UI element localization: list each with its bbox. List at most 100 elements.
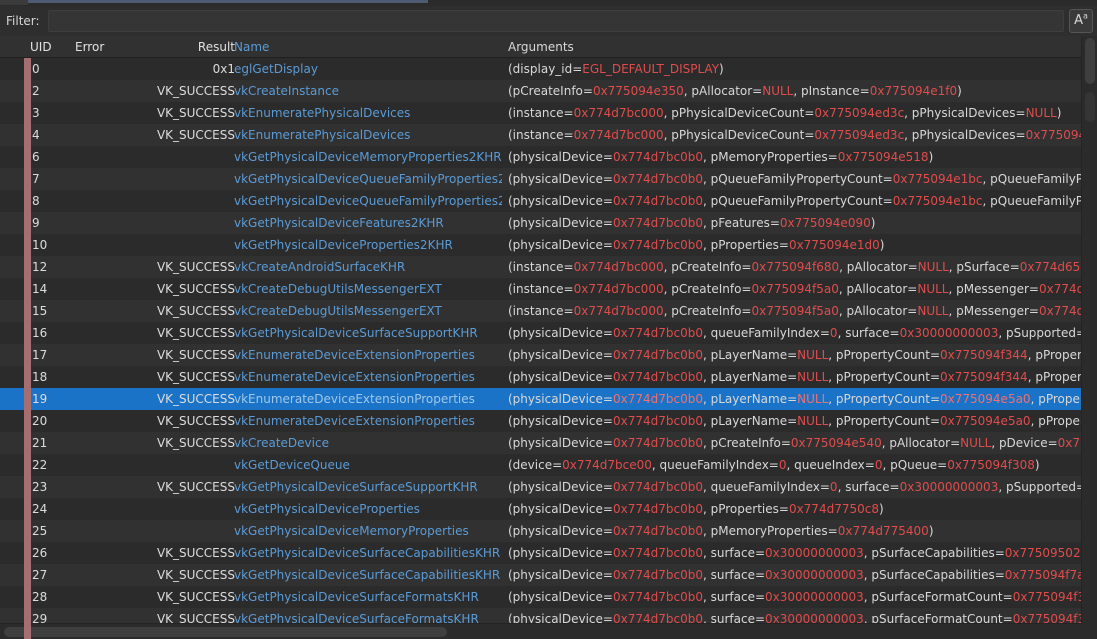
table-row[interactable]: 24 vkGetPhysicalDeviceProperties (physical… bbox=[0, 498, 1081, 520]
cell-uid: 7 bbox=[32, 172, 40, 186]
horizontal-scrollbar-thumb[interactable] bbox=[4, 627, 448, 637]
table-row[interactable]: 9 vkGetPhysicalDeviceFeatures2KHR (physica… bbox=[0, 212, 1081, 234]
table-row[interactable]: 26 VK_SUCCESS vkGetPhysicalDeviceSurfaceCa… bbox=[0, 542, 1081, 564]
cell-result: VK_SUCCESS bbox=[156, 106, 235, 120]
cell-error bbox=[78, 168, 148, 190]
argument-value: 0x774d7bc0b0 bbox=[612, 348, 703, 362]
cell-result bbox=[150, 190, 235, 212]
argument-value: 0x774d7bc000 bbox=[573, 106, 664, 120]
table-row[interactable]: 14 VK_SUCCESS vkCreateDebugUtilsMessengerE… bbox=[0, 278, 1081, 300]
table-row[interactable]: 8 vkGetPhysicalDeviceQueueFamilyPropertie… bbox=[0, 190, 1081, 212]
table-row[interactable]: 6 vkGetPhysicalDeviceMemoryProperties2KHR… bbox=[0, 146, 1081, 168]
cell-uid: 10 bbox=[32, 238, 48, 252]
column-header-name[interactable]: Name bbox=[234, 36, 494, 58]
argument-key: , pProperties= bbox=[1030, 392, 1081, 406]
cell-result: VK_SUCCESS bbox=[156, 590, 235, 604]
argument-key: ) bbox=[957, 84, 962, 98]
cell-name: vkGetPhysicalDeviceQueueFamilyProperties… bbox=[234, 172, 502, 186]
argument-value: 0x30000000003 bbox=[899, 326, 999, 340]
argument-key: ) bbox=[928, 150, 934, 164]
table-row[interactable]: 7 vkGetPhysicalDeviceQueueFamilyPropertie… bbox=[0, 168, 1081, 190]
argument-value: 0x774d7bc0b0 bbox=[612, 568, 703, 582]
cell-name: vkGetPhysicalDeviceQueueFamilyProperties… bbox=[234, 194, 502, 208]
argument-value: EGL_DEFAULT_DISPLAY bbox=[582, 62, 720, 76]
argument-value: 0x774d65e678 bbox=[1019, 260, 1081, 274]
argument-key: , surface= bbox=[837, 326, 900, 340]
tab-nub[interactable] bbox=[0, 0, 28, 5]
cell-uid: 26 bbox=[32, 546, 48, 560]
vertical-scrollbar-thumb[interactable] bbox=[1085, 38, 1095, 84]
argument-key: , pDevice= bbox=[991, 436, 1058, 450]
argument-key: , queueIndex= bbox=[786, 458, 875, 472]
regex-toggle-button[interactable]: Aa bbox=[1069, 9, 1093, 33]
table-row[interactable]: 21 VK_SUCCESS vkCreateDevice (physicalDevic… bbox=[0, 432, 1081, 454]
argument-key: , pAllocator= bbox=[838, 282, 918, 296]
argument-key: , pSupported= bbox=[998, 480, 1081, 494]
argument-key: , pProperties= bbox=[1030, 414, 1081, 428]
vertical-scrollbar-track-segment[interactable] bbox=[1085, 92, 1095, 122]
cell-result: VK_SUCCESS bbox=[156, 480, 235, 494]
cell-result: VK_SUCCESS bbox=[156, 392, 235, 406]
argument-key: (physicalDevice= bbox=[508, 568, 613, 582]
filter-bar: Filter: Aa bbox=[0, 6, 1097, 36]
cell-name: vkEnumerateDeviceExtensionProperties bbox=[234, 348, 475, 362]
table-row[interactable]: 27 VK_SUCCESS vkGetPhysicalDeviceSurfaceCa… bbox=[0, 564, 1081, 586]
horizontal-scrollbar[interactable] bbox=[0, 623, 1081, 639]
argument-value: 0x775094ed3c bbox=[814, 128, 905, 142]
argument-key: ) bbox=[1056, 106, 1062, 120]
cell-name: vkCreateDebugUtilsMessengerEXT bbox=[234, 282, 442, 296]
cell-arguments: (physicalDevice=0x774d7bc0b0, pCreateInf… bbox=[508, 432, 1081, 454]
argument-key: , pProperties= bbox=[1027, 348, 1081, 362]
argument-key: (physicalDevice= bbox=[508, 370, 613, 384]
cell-uid: 21 bbox=[32, 436, 48, 450]
cell-error bbox=[78, 410, 148, 432]
table-row[interactable]: 16 VK_SUCCESS vkGetPhysicalDeviceSurfaceSu… bbox=[0, 322, 1081, 344]
argument-key: , queueFamilyIndex= bbox=[651, 458, 779, 472]
argument-key: , pQueueFamilyProperties= bbox=[982, 172, 1081, 186]
argument-key: (instance= bbox=[508, 260, 574, 274]
cell-error bbox=[78, 300, 148, 322]
filter-input[interactable] bbox=[47, 10, 1064, 32]
vertical-scrollbar[interactable] bbox=[1081, 36, 1097, 639]
cell-arguments: (physicalDevice=0x774d7bc0b0, surface=0x… bbox=[508, 542, 1081, 564]
column-header-result[interactable]: Result bbox=[155, 36, 235, 58]
table-row[interactable]: 0 0x1 eglGetDisplay (display_id=EGL_DEFAULT… bbox=[0, 58, 1081, 80]
column-header-error[interactable]: Error bbox=[75, 36, 145, 58]
cell-result: VK_SUCCESS bbox=[156, 370, 235, 384]
table-row[interactable]: 23 VK_SUCCESS vkGetPhysicalDeviceSurfaceSu… bbox=[0, 476, 1081, 498]
argument-key: (instance= bbox=[508, 128, 574, 142]
table-row[interactable]: 28 VK_SUCCESS vkGetPhysicalDeviceSurfaceFo… bbox=[0, 586, 1081, 608]
table-row[interactable]: 19 VK_SUCCESS vkEnumerateDeviceExtensionPr… bbox=[0, 388, 1081, 410]
argument-value: 0x7750950230 bbox=[1004, 546, 1081, 560]
cell-error bbox=[78, 102, 148, 124]
argument-key: (physicalDevice= bbox=[508, 326, 613, 340]
argument-value: NULL bbox=[797, 370, 829, 384]
cell-result bbox=[150, 212, 235, 234]
argument-value: 0x774d7bc0b0 bbox=[612, 590, 703, 604]
table-row[interactable]: 18 VK_SUCCESS vkEnumerateDeviceExtensionPr… bbox=[0, 366, 1081, 388]
table-row[interactable]: 17 VK_SUCCESS vkEnumerateDeviceExtensionPr… bbox=[0, 344, 1081, 366]
argument-value: 0x30000000003 bbox=[765, 590, 864, 604]
argument-value: 0x775094e350 bbox=[592, 84, 684, 98]
table-header-row: UID Error Result Name Arguments bbox=[0, 36, 1081, 58]
column-header-arguments[interactable]: Arguments bbox=[508, 36, 808, 58]
table-row[interactable]: 25 vkGetPhysicalDeviceMemoryProperties (ph… bbox=[0, 520, 1081, 542]
scrollbar-corner bbox=[1081, 623, 1097, 639]
cell-uid: 4 bbox=[32, 128, 40, 142]
argument-value: 0x774d7bc0b0 bbox=[612, 502, 703, 516]
cell-arguments: (instance=0x774d7bc000, pPhysicalDeviceC… bbox=[508, 102, 1081, 124]
table-row[interactable]: 4 VK_SUCCESS vkEnumeratePhysicalDevices (in… bbox=[0, 124, 1081, 146]
cell-error bbox=[78, 344, 148, 366]
argument-key: , pMessenger= bbox=[948, 304, 1039, 318]
cell-error bbox=[78, 58, 148, 80]
table-row[interactable]: 12 VK_SUCCESS vkCreateAndroidSurfaceKHR (in… bbox=[0, 256, 1081, 278]
table-row[interactable]: 20 VK_SUCCESS vkEnumerateDeviceExtensionPr… bbox=[0, 410, 1081, 432]
argument-key: , surface= bbox=[702, 546, 766, 560]
argument-value: 0x775094e540 bbox=[790, 436, 882, 450]
table-row[interactable]: 2 VK_SUCCESS vkCreateInstance (pCreateInfo=… bbox=[0, 80, 1081, 102]
argument-value: 0x30000000003 bbox=[899, 480, 999, 494]
table-row[interactable]: 10 vkGetPhysicalDeviceProperties2KHR (phys… bbox=[0, 234, 1081, 256]
table-row[interactable]: 3 VK_SUCCESS vkEnumeratePhysicalDevices (in… bbox=[0, 102, 1081, 124]
table-row[interactable]: 22 vkGetDeviceQueue (device=0x774d7bce00, … bbox=[0, 454, 1081, 476]
table-row[interactable]: 15 VK_SUCCESS vkCreateDebugUtilsMessengerE… bbox=[0, 300, 1081, 322]
